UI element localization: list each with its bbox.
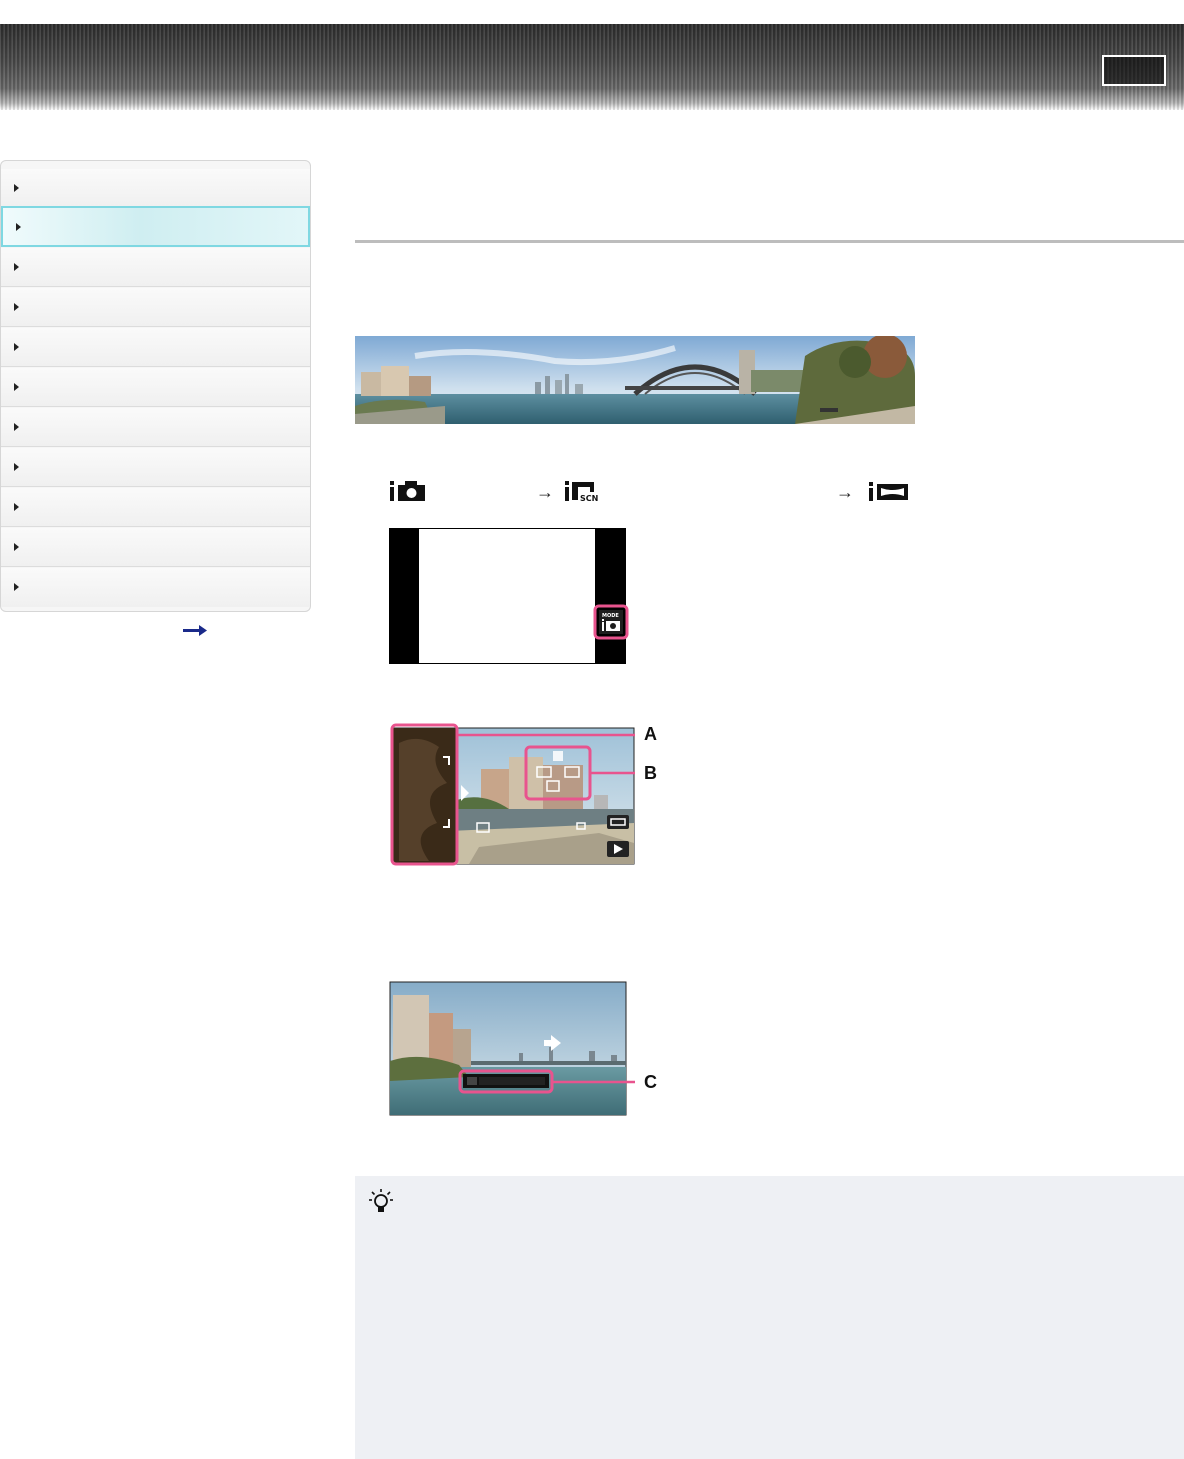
- camera-screen-mode-button: MODE: [389, 528, 629, 664]
- chevron-right-icon: →: [836, 482, 854, 502]
- svg-text:MODE: MODE: [602, 613, 619, 619]
- triangle-right-icon: [14, 583, 19, 591]
- sidebar-item-1[interactable]: [1, 169, 310, 208]
- sidebar-item-8[interactable]: [1, 448, 310, 487]
- header-search-box[interactable]: [1102, 55, 1166, 86]
- sidebar-item-9[interactable]: [1, 488, 310, 527]
- sidebar-item-3[interactable]: [1, 248, 310, 287]
- intelligent-sweep-panorama-icon: [869, 482, 908, 501]
- triangle-right-icon: [16, 223, 21, 231]
- triangle-right-icon: [14, 303, 19, 311]
- triangle-right-icon: [14, 263, 19, 271]
- sidebar-item-5[interactable]: [1, 328, 310, 367]
- sidebar-item-7[interactable]: [1, 408, 310, 447]
- chevron-right-icon: →: [536, 482, 554, 502]
- sidebar-item-2[interactable]: [1, 206, 310, 247]
- svg-text:SCN: SCN: [580, 494, 598, 502]
- sidebar-item-4[interactable]: [1, 288, 310, 327]
- lightbulb-hint-icon: [369, 1189, 393, 1212]
- callout-label-a: A: [644, 724, 657, 744]
- sidebar-nav: [0, 160, 311, 612]
- sidebar-item-6[interactable]: [1, 368, 310, 407]
- panorama-photo: [355, 336, 915, 424]
- camera-screen-sweep-guide: [390, 723, 635, 866]
- superior-auto-scn-icon: SCN: [565, 481, 598, 502]
- triangle-right-icon: [14, 383, 19, 391]
- callout-label-b: B: [644, 763, 657, 783]
- callout-label-c: C: [644, 1072, 657, 1092]
- triangle-right-icon: [14, 423, 19, 431]
- triangle-right-icon: [14, 343, 19, 351]
- sidebar-item-11[interactable]: [1, 568, 310, 607]
- site-header: [0, 24, 1184, 110]
- triangle-right-icon: [14, 503, 19, 511]
- right-arrow-icon[interactable]: [182, 624, 208, 638]
- triangle-right-icon: [14, 543, 19, 551]
- triangle-right-icon: [14, 184, 19, 192]
- title-divider: [355, 240, 1184, 243]
- triangle-right-icon: [14, 463, 19, 471]
- sidebar-item-10[interactable]: [1, 528, 310, 567]
- camera-screen-sweep-progress: [389, 981, 635, 1116]
- hint-box: [355, 1176, 1184, 1459]
- intelligent-auto-icon: [390, 481, 425, 501]
